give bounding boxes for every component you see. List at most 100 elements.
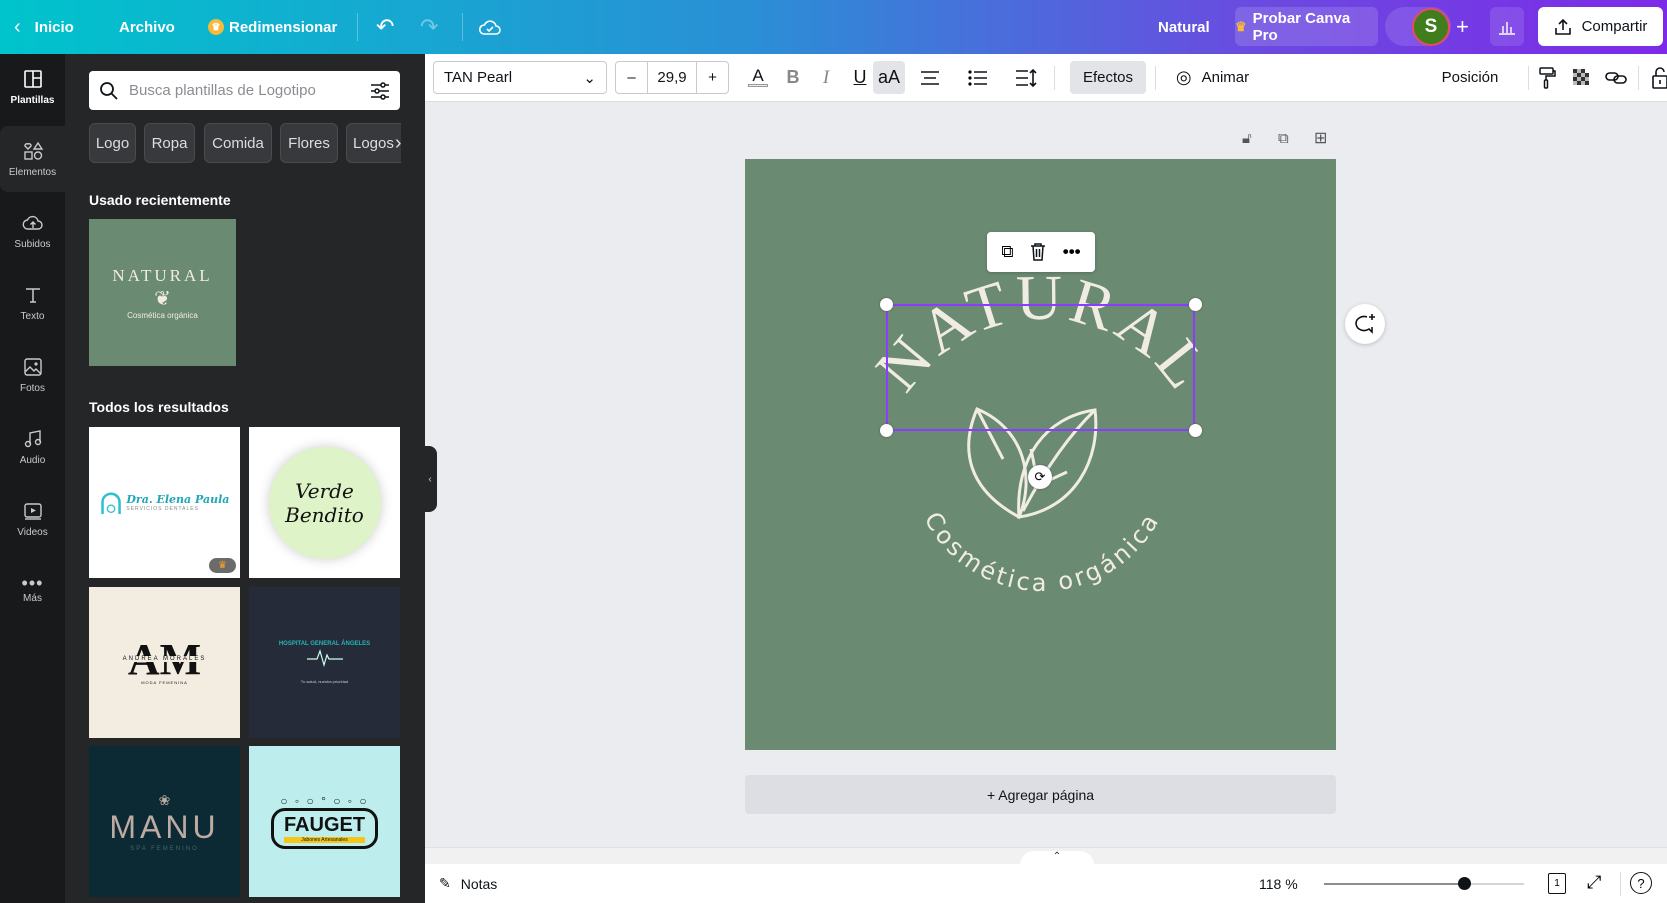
zoom-slider-thumb[interactable] — [1458, 877, 1471, 890]
rail-item-uploads[interactable]: Subidos — [0, 198, 65, 264]
comment-plus-icon — [1354, 313, 1376, 335]
fullscreen-icon[interactable]: ⤢ — [1587, 872, 1601, 893]
template-card[interactable]: ❀ MANU SPA FEMENINO — [89, 746, 240, 897]
increase-size-button[interactable]: + — [696, 62, 728, 93]
transparency-icon[interactable] — [1567, 61, 1597, 94]
chip-logo[interactable]: Logo — [89, 123, 136, 163]
recent-heading: Usado recientemente — [89, 192, 231, 208]
templates-panel: Busca plantillas de Logotipo Logo Ropa C… — [65, 54, 425, 903]
rail-item-templates[interactable]: Plantillas — [0, 54, 65, 120]
template-card[interactable]: ⍝ Dra. Elena Paula SERVICIOS DENTALES ♛ — [89, 427, 240, 578]
resize-handle[interactable] — [1189, 298, 1202, 311]
add-page-icon[interactable]: ⊞ — [1314, 128, 1327, 148]
filter-icon[interactable] — [370, 81, 390, 101]
video-icon — [22, 500, 44, 522]
collapse-panel-handle[interactable]: ‹ — [423, 446, 437, 512]
element-context-toolbar: ⧉ ••• — [987, 232, 1095, 272]
lock-icon[interactable] — [1645, 61, 1667, 94]
leaf-icon: ❦ — [154, 287, 171, 310]
footer-bar: ✎ Notas 118 % 1 ⤢ ? — [425, 864, 1667, 903]
link-icon[interactable] — [1601, 61, 1631, 94]
duplicate-icon[interactable]: ⧉ — [1001, 242, 1013, 262]
selection-box[interactable] — [886, 304, 1195, 431]
redo-icon[interactable]: ↷ — [420, 0, 438, 54]
italic-icon[interactable]: I — [811, 61, 841, 94]
underline-icon[interactable]: U — [845, 61, 875, 94]
more-icon: ••• — [21, 573, 44, 593]
logo-subtitle: Cosmética orgánica — [919, 507, 1166, 597]
spacing-icon[interactable] — [1011, 61, 1041, 94]
home-button[interactable]: ‹ Inicio — [14, 0, 74, 54]
rail-item-text[interactable]: Texto — [0, 270, 65, 336]
align-center-icon[interactable] — [915, 61, 945, 94]
effects-button[interactable]: Efectos — [1070, 61, 1146, 94]
paint-roller-icon[interactable] — [1532, 61, 1562, 94]
template-card[interactable]: AM ANDREA MORALES MODA FEMENINA — [89, 587, 240, 738]
chip-logos[interactable]: Logos › — [346, 123, 402, 163]
rail-item-videos[interactable]: Videos — [0, 486, 65, 552]
cloud-saved-icon[interactable] — [478, 0, 502, 54]
template-card[interactable]: Verde Bendito — [249, 427, 400, 578]
rail-item-audio[interactable]: Audio — [0, 414, 65, 480]
file-menu[interactable]: Archivo — [119, 0, 175, 54]
audio-icon — [22, 428, 44, 450]
templates-icon — [22, 68, 44, 90]
font-family-select[interactable]: TAN Pearl ⌄ — [433, 61, 607, 94]
chip-flores[interactable]: Flores — [280, 123, 338, 163]
trash-icon[interactable] — [1030, 243, 1046, 261]
document-title[interactable]: Natural — [1158, 0, 1210, 54]
top-bar: ‹ Inicio Archivo ♛ Redimensionar ↶ ↷ Natur… — [0, 0, 1667, 54]
position-button[interactable]: Posición — [1425, 61, 1515, 94]
search-icon — [99, 81, 119, 101]
share-upload-icon — [1554, 18, 1572, 36]
letter-case-icon[interactable]: aA — [873, 61, 905, 94]
notes-button[interactable]: ✎ Notas — [439, 864, 497, 903]
chevron-left-icon: ‹ — [14, 15, 21, 38]
rail-item-more[interactable]: ••• Más — [0, 558, 65, 624]
add-collaborator-icon[interactable]: + — [1456, 0, 1469, 54]
zoom-slider[interactable] — [1324, 877, 1524, 890]
resize-handle[interactable] — [1189, 424, 1202, 437]
decrease-size-button[interactable]: – — [616, 62, 648, 93]
share-button[interactable]: Compartir — [1538, 7, 1663, 46]
rail-item-elements[interactable]: Elementos — [0, 126, 65, 192]
elements-icon — [22, 140, 44, 162]
editor-toolbar: TAN Pearl ⌄ – 29,9 + A B I U aA Efectos ◎… — [425, 54, 1667, 102]
duplicate-page-icon[interactable]: ⧉ — [1278, 130, 1289, 147]
notes-icon: ✎ — [439, 875, 451, 891]
animate-icon: ◎ — [1175, 67, 1192, 87]
zoom-level[interactable]: 118 % — [1259, 864, 1298, 903]
lock-page-icon[interactable]: 🔓︎ — [1242, 130, 1252, 147]
font-size-input[interactable]: 29,9 — [648, 69, 696, 86]
template-card[interactable]: ○ ◦ ○ ° ○ ◦ ○ FAUGET Jabones Artesanales — [249, 746, 400, 897]
undo-icon[interactable]: ↶ — [376, 0, 394, 54]
animate-button[interactable]: ◎ Animar — [1165, 61, 1260, 94]
text-color-icon[interactable]: A — [743, 61, 773, 94]
help-icon[interactable]: ? — [1630, 872, 1652, 894]
add-page-button[interactable]: + Agregar página — [745, 775, 1336, 814]
zoom-slider-fill — [1324, 883, 1464, 885]
resize-button[interactable]: ♛ Redimensionar — [208, 0, 337, 54]
list-icon[interactable] — [963, 61, 993, 94]
rail-item-photos[interactable]: Fotos — [0, 342, 65, 408]
more-options-icon[interactable]: ••• — [1063, 242, 1081, 262]
upload-icon — [22, 212, 44, 234]
lotus-icon: ❀ — [158, 791, 171, 808]
analytics-icon[interactable] — [1490, 7, 1524, 46]
add-comment-button[interactable] — [1345, 304, 1385, 344]
avatar[interactable]: S — [1412, 8, 1450, 46]
bold-icon[interactable]: B — [778, 61, 808, 94]
resize-handle[interactable] — [880, 424, 893, 437]
template-card[interactable]: HOSPITAL GENERAL ÁNGELES Tu salud, nuest… — [249, 587, 400, 738]
rotate-handle[interactable]: ⟳ — [1028, 465, 1052, 489]
template-search-input[interactable]: Busca plantillas de Logotipo — [89, 71, 400, 110]
chip-ropa[interactable]: Ropa — [144, 123, 195, 163]
recent-template[interactable]: NATURAL ❦ Cosmética orgánica — [89, 219, 236, 366]
chip-comida[interactable]: Comida — [204, 123, 272, 163]
chevron-right-icon[interactable]: › — [395, 132, 402, 155]
side-rail: Plantillas Elementos Subidos Texto Fotos… — [0, 54, 65, 903]
pro-crown-badge: ♛ — [209, 558, 236, 573]
resize-handle[interactable] — [880, 298, 893, 311]
page-count-button[interactable]: 1 — [1548, 873, 1566, 894]
try-pro-button[interactable]: ♛ Probar Canva Pro — [1235, 7, 1378, 46]
